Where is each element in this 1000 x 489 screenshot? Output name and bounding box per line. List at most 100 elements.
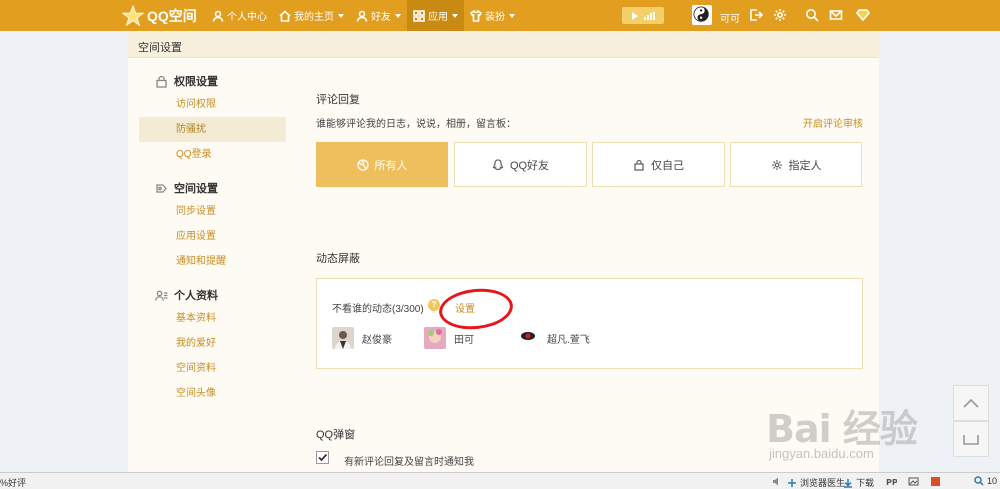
download-icon (844, 478, 852, 488)
nav-label: 好友 (371, 12, 391, 23)
checkmark-icon (318, 453, 328, 462)
sidebar-group-permissions: 权限设置 (155, 73, 218, 89)
page-title-bar: 空间设置 (128, 31, 879, 58)
friend-avatar (517, 327, 539, 349)
lock-icon (156, 75, 167, 88)
baidu-jingyan-watermark: Bai 经验 jingyan.baidu.com (766, 398, 941, 468)
sidebar-group-profile: 个人资料 (155, 287, 218, 303)
yin-yang-icon (693, 6, 709, 22)
download-label: 下载 (856, 478, 875, 488)
profile-icon (155, 290, 168, 301)
comment-subtitle: 谁能够评论我的日志，说说，相册，留言板： (316, 119, 516, 130)
option-label: 指定人 (788, 159, 822, 172)
status-text: %好评 (0, 478, 27, 488)
option-label: 仅自己 (651, 159, 684, 172)
watermark-main: Bai 经验 (766, 407, 918, 451)
speaker-icon[interactable] (772, 476, 783, 487)
music-player-button[interactable] (622, 7, 664, 24)
magnifier-icon (974, 476, 984, 486)
friend-icon (356, 10, 368, 22)
diamond-icon[interactable] (855, 8, 871, 22)
sidebar-group-title: 权限设置 (174, 76, 218, 88)
sidebar-item-space-info[interactable]: 空间资料 (139, 356, 286, 381)
chevron-down-icon (338, 13, 344, 18)
chevron-down-icon (452, 13, 458, 18)
play-icon (631, 11, 638, 20)
friend-avatar (424, 327, 446, 349)
feedback-button[interactable] (953, 421, 989, 457)
download-manager[interactable]: 下载 (843, 476, 874, 489)
option-qq-friends[interactable]: QQ好友 (454, 142, 587, 187)
option-label: 所有人 (374, 159, 408, 172)
friend-name: 田可 (454, 334, 474, 346)
blocked-friend[interactable]: 赵俊豪 (332, 327, 392, 349)
shirt-icon (470, 9, 482, 22)
user-avatar[interactable] (692, 5, 712, 25)
nav-apps[interactable]: 应用 (407, 0, 464, 31)
sidebar-item-anti-harass[interactable]: 防骚扰 (139, 117, 286, 142)
chevron-down-icon (395, 13, 401, 18)
shield-icon (156, 183, 167, 193)
logo-text: QQ空间 (147, 7, 197, 24)
window-icon (963, 435, 979, 445)
star-logo-icon (122, 4, 144, 26)
sidebar-item-sync[interactable]: 同步设置 (139, 199, 286, 224)
not-see-label: 不看谁的动态(3/300) (332, 304, 424, 315)
red-circle-annotation (437, 285, 515, 333)
logout-icon[interactable] (749, 8, 764, 22)
nav-friends[interactable]: 好友 (350, 0, 407, 31)
home-icon (279, 9, 291, 22)
volume-bars-icon (643, 11, 655, 20)
browser-doctor[interactable]: 浏览器医生 (787, 476, 845, 489)
notify-checkbox[interactable] (316, 451, 329, 464)
user-name[interactable]: 可可 (720, 10, 740, 25)
watermark-sub: jingyan.baidu.com (769, 446, 874, 461)
sidebar-item-access[interactable]: 访问权限 (139, 92, 286, 117)
qq-penguin-icon (492, 158, 504, 170)
nav-my-home[interactable]: 我的主页 (273, 0, 350, 31)
flag-icon[interactable] (930, 476, 941, 487)
qzone-logo[interactable]: QQ空间 (122, 4, 202, 27)
doctor-icon (788, 478, 796, 487)
image-icon[interactable] (908, 476, 919, 487)
blocked-friend[interactable]: 田可 (424, 327, 474, 349)
page-title: 空间设置 (138, 42, 182, 54)
option-specified[interactable]: 指定人 (730, 142, 862, 187)
dynamic-section-title: 动态屏蔽 (316, 253, 360, 265)
user-icon (212, 10, 224, 22)
nav-label: 个人中心 (227, 12, 267, 23)
chevron-down-icon (509, 13, 515, 18)
chevron-up-icon (963, 398, 979, 408)
pp-icon[interactable]: PP (886, 476, 898, 487)
svg-text:PP: PP (886, 478, 897, 487)
friend-name: 超凡.萱飞 (547, 334, 590, 346)
nav-label: 我的主页 (294, 12, 334, 23)
sidebar-item-space-avatar[interactable]: 空间头像 (139, 381, 286, 406)
sidebar-item-notify[interactable]: 通知和提醒 (139, 249, 286, 274)
blocked-friend[interactable]: 超凡.萱飞 (517, 327, 590, 349)
nav-label: 装扮 (485, 12, 505, 23)
sidebar-item-apps[interactable]: 应用设置 (139, 224, 286, 249)
mail-icon[interactable] (829, 8, 843, 22)
enable-review-link[interactable]: 开启评论审核 (803, 115, 863, 130)
set-button[interactable]: 设置 (455, 300, 475, 315)
option-label: QQ好友 (509, 159, 550, 172)
nav-decorate[interactable]: 装扮 (464, 0, 521, 31)
dynamic-block-box: 不看谁的动态(3/300) ? 设置 赵俊豪 田可 超凡.萱飞 (316, 278, 863, 369)
scroll-top-button[interactable] (953, 385, 989, 421)
notify-checkbox-label: 有新评论回复及留言时通知我 (344, 457, 474, 468)
sidebar-item-hobby[interactable]: 我的爱好 (139, 331, 286, 356)
sidebar-item-qq-login[interactable]: QQ登录 (139, 142, 286, 167)
gear-icon (771, 159, 782, 170)
browser-status-bar: %好评 浏览器医生 下载 PP 10 (0, 472, 1000, 489)
option-only-me[interactable]: 仅自己 (592, 142, 725, 187)
zoom-control[interactable]: 10 (974, 476, 997, 486)
sidebar-item-basic[interactable]: 基本资料 (139, 306, 286, 331)
search-icon[interactable] (805, 8, 819, 22)
option-everyone[interactable]: 所有人 (316, 142, 448, 187)
gear-icon[interactable] (773, 8, 787, 22)
nav-personal-center[interactable]: 个人中心 (206, 0, 273, 31)
grid-icon (413, 9, 425, 22)
top-navbar: QQ空间 个人中心 我的主页 好友 应用 装扮 可可 (0, 0, 1000, 31)
zoom-level: 10 (987, 476, 998, 486)
